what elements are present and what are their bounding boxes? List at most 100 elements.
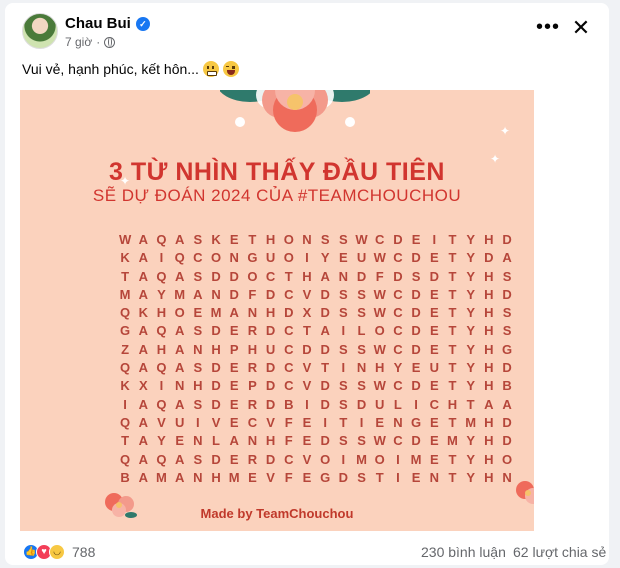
grid-letter: I bbox=[414, 396, 418, 412]
grid-letter: W bbox=[373, 250, 386, 266]
share-count[interactable]: 62 lượt chia sẻ bbox=[513, 544, 606, 560]
grid-letter: S bbox=[502, 268, 512, 284]
grid-letter: Z bbox=[121, 341, 130, 357]
grid-letter: D bbox=[502, 232, 512, 247]
grid-letter: D bbox=[320, 433, 330, 449]
grid-row: GAQASDERDCTAILOCDETYHS bbox=[116, 323, 516, 341]
grid-letter: K bbox=[211, 232, 221, 247]
grid-letter: D bbox=[229, 286, 239, 302]
grid-letter: D bbox=[411, 378, 421, 394]
grid-letter: Q bbox=[120, 360, 131, 376]
grid-letter: T bbox=[448, 323, 457, 339]
grid-letter: Q bbox=[156, 360, 167, 376]
grid-letter: N bbox=[338, 268, 349, 284]
grid-letter: S bbox=[193, 268, 203, 284]
author-avatar[interactable] bbox=[22, 13, 58, 49]
grid-letter: E bbox=[193, 305, 203, 321]
grid-letter: A bbox=[174, 232, 185, 247]
grid-letter: T bbox=[321, 360, 330, 376]
grid-letter: E bbox=[429, 305, 439, 321]
reactions-summary[interactable]: 👍 ♥ ◡ 788 bbox=[23, 544, 95, 560]
grid-letter: D bbox=[502, 433, 512, 449]
grid-letter: V bbox=[266, 469, 275, 485]
grid-letter: Y bbox=[466, 268, 475, 284]
sparkle-icon: ✦ bbox=[500, 124, 511, 138]
author-name[interactable]: Chau Bui bbox=[65, 15, 131, 32]
grid-letter: B bbox=[120, 469, 130, 485]
grid-letter: I bbox=[432, 232, 437, 247]
flower-decoration-icon bbox=[220, 90, 370, 132]
grid-letter: G bbox=[411, 414, 422, 430]
close-button[interactable]: ✕ bbox=[569, 17, 593, 41]
grid-letter: W bbox=[373, 305, 386, 321]
post-timestamp[interactable]: 7 giờ bbox=[65, 35, 92, 49]
grid-letter: I bbox=[123, 396, 127, 412]
grid-letter: D bbox=[356, 268, 367, 284]
grid-letter: Y bbox=[157, 433, 166, 449]
grid-letter: C bbox=[393, 250, 403, 266]
more-options-button[interactable]: ••• bbox=[533, 17, 563, 41]
grid-letter: I bbox=[159, 378, 164, 394]
grid-letter: A bbox=[138, 232, 148, 247]
grid-letter: N bbox=[393, 414, 403, 430]
grid-letter: C bbox=[284, 451, 294, 467]
grid-letter: S bbox=[339, 396, 348, 412]
grid-letter: Y bbox=[466, 341, 475, 357]
grid-letter: C bbox=[284, 378, 294, 394]
grid-letter: A bbox=[138, 396, 148, 412]
grid-letter: E bbox=[429, 250, 439, 266]
grid-letter: S bbox=[339, 232, 348, 247]
grid-letter: D bbox=[356, 396, 367, 412]
grid-letter: D bbox=[265, 360, 276, 376]
grid-letter: C bbox=[193, 250, 203, 266]
grid-letter: W bbox=[373, 341, 386, 357]
grid-letter: M bbox=[465, 414, 477, 430]
grid-letter: S bbox=[193, 232, 203, 247]
grid-letter: E bbox=[429, 341, 439, 357]
grid-letter: T bbox=[448, 268, 457, 284]
grid-letter: W bbox=[373, 378, 386, 394]
grid-letter: D bbox=[211, 323, 221, 339]
grid-letter: T bbox=[284, 268, 293, 284]
grid-letter: M bbox=[228, 469, 240, 485]
globe-icon[interactable] bbox=[104, 36, 116, 48]
grid-letter: D bbox=[211, 360, 221, 376]
grid-letter: T bbox=[302, 323, 311, 339]
grid-row: WAQASKETHONSSWCDEITYHD bbox=[116, 232, 516, 250]
grid-letter: A bbox=[138, 414, 148, 430]
grid-letter: O bbox=[210, 250, 222, 266]
grid-letter: C bbox=[429, 396, 439, 412]
grid-letter: Y bbox=[466, 232, 475, 247]
grid-letter: D bbox=[265, 323, 276, 339]
grid-letter: S bbox=[193, 323, 203, 339]
grid-letter: T bbox=[448, 250, 457, 266]
post-text: Vui vẻ, hạnh phúc, kết hôn... bbox=[22, 61, 239, 77]
grid-letter: R bbox=[247, 396, 258, 412]
grid-letter: S bbox=[502, 305, 512, 321]
grid-letter: Q bbox=[156, 323, 167, 339]
comment-count[interactable]: 230 bình luận bbox=[421, 544, 506, 560]
grid-letter: D bbox=[320, 305, 330, 321]
poster-subtitle: SẼ DỰ ĐOÁN 2024 CỦA #TEAMCHOUCHOU bbox=[92, 186, 462, 205]
grid-letter: V bbox=[157, 414, 166, 430]
grid-letter: P bbox=[248, 378, 257, 394]
grid-letter: O bbox=[247, 268, 258, 284]
grid-letter: A bbox=[138, 250, 148, 266]
grid-letter: A bbox=[502, 396, 512, 412]
grid-letter: X bbox=[138, 378, 148, 394]
grid-letter: M bbox=[210, 305, 222, 321]
tongue-emoji-icon bbox=[222, 61, 239, 77]
grid-letter: C bbox=[393, 433, 403, 449]
grid-letter: E bbox=[248, 469, 257, 485]
grid-letter: A bbox=[138, 341, 148, 357]
grid-letter: E bbox=[229, 414, 239, 430]
reaction-count[interactable]: 788 bbox=[72, 544, 95, 560]
grid-letter: Q bbox=[156, 268, 167, 284]
grid-letter: D bbox=[411, 305, 421, 321]
grid-letter: H bbox=[484, 378, 494, 394]
grid-letter: H bbox=[484, 433, 494, 449]
grid-letter: D bbox=[265, 451, 276, 467]
grid-letter: P bbox=[229, 341, 239, 357]
post-image[interactable]: ✦ ✦ ✦ 3 TỪ NHÌN THẤY ĐẦU TIÊN SẼ DỰ ĐOÁN… bbox=[20, 90, 534, 531]
word-search-grid: WAQASKETHONSSWCDEITYHDKAIQCONGUOIYEUWCDE… bbox=[116, 232, 516, 488]
